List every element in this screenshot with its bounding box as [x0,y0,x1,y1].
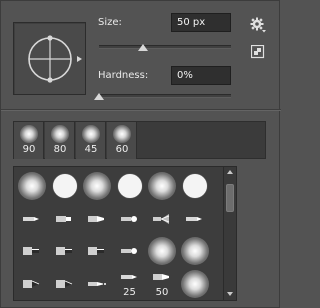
brush-preset-cell[interactable] [16,203,48,235]
soft-round-brush-icon [18,172,46,200]
angled-tip-brush-icon [21,279,43,292]
brush-grid-scrollbar[interactable] [223,166,237,301]
brush-preset-cell[interactable] [16,235,48,267]
pencil-tip-brush-icon [119,272,141,285]
brush-preset-cell[interactable] [81,203,113,235]
recent-brush[interactable]: 60 [107,122,137,159]
brush-preset-cell[interactable] [179,170,211,202]
brush-size-label: 25 [123,286,136,298]
brush-preset-cell[interactable] [49,235,81,267]
soft-round-brush-icon [148,237,176,265]
brush-preset-cell[interactable] [146,203,178,235]
brush-preset-cell[interactable] [81,268,113,300]
hardness-slider-thumb[interactable] [94,93,104,100]
hardness-value: 0% [177,70,193,81]
panel-divider-highlight [1,110,281,111]
brush-preset-grid: 25 50 [13,166,237,301]
size-slider-thumb[interactable] [137,44,148,51]
recent-brush[interactable]: 90 [14,122,44,159]
round-tip-brush-icon [119,214,141,227]
marker-tip-brush-icon [54,214,76,227]
size-slider-track[interactable] [99,45,231,49]
flat-tip-brush-icon [86,246,108,259]
chisel-tip-brush-icon [86,214,108,227]
soft-round-brush-icon [20,125,38,143]
angled-tip-brush-icon [54,279,76,292]
size-value: 50 px [177,17,206,28]
brush-preset-cell[interactable]: 25 [114,268,146,300]
soft-round-brush-icon [113,125,131,143]
brush-preset-cell[interactable] [114,235,146,267]
brush-size-label: 50 [155,286,169,298]
hard-round-brush-icon [52,174,77,198]
brush-tip-crosshair-icon [28,35,82,83]
soft-round-brush-icon [83,172,111,200]
brush-preset-cell[interactable]: 50 [146,268,178,300]
fan-brush-icon [151,213,173,227]
gear-icon[interactable] [250,17,266,33]
brush-tip-preview[interactable] [13,22,86,95]
soft-round-brush-icon [180,269,209,298]
soft-round-brush-icon [51,125,69,143]
brush-preset-cell[interactable] [16,170,48,202]
recent-brush-size: 45 [84,144,98,155]
pencil-tip-brush-icon [21,214,43,227]
pencil-tip-brush-icon [184,214,206,227]
brush-preset-cell[interactable] [49,268,81,300]
brush-preset-cell[interactable] [179,268,211,300]
brush-preset-cell[interactable] [114,170,146,202]
new-preset-icon[interactable] [251,45,265,59]
brush-preset-cell[interactable] [81,170,113,202]
hardness-label: Hardness: [98,70,149,81]
soft-round-brush-icon [82,125,100,143]
brush-preset-cell[interactable] [114,203,146,235]
brush-preset-cell[interactable] [179,235,211,267]
brush-preset-cell[interactable] [49,170,81,202]
brush-preset-cell[interactable] [49,203,81,235]
brush-preset-cell[interactable] [16,268,48,300]
brush-preset-panel: Size: 50 px Hardness: 0% 90 80 45 60 25 … [0,0,281,308]
recent-brush-size: 90 [22,144,36,155]
flat-tip-brush-icon [21,246,43,259]
hard-round-brush-icon [117,174,142,198]
soft-round-brush-icon [148,172,176,200]
round-tip-brush-icon [119,246,141,259]
flat-tip-brush-icon [54,246,76,259]
chisel-tip-brush-icon [151,272,173,285]
brush-preset-cell[interactable] [146,170,178,202]
hardness-slider-track[interactable] [99,94,231,98]
hardness-field[interactable]: 0% [171,66,231,85]
airbrush-tip-brush-icon [86,279,108,292]
recent-brush-size: 80 [53,144,67,155]
size-label: Size: [98,17,122,28]
brush-preset-cell[interactable] [81,235,113,267]
soft-round-brush-icon [180,237,209,265]
size-field[interactable]: 50 px [171,13,231,32]
recent-brushes-bar: 90 80 45 60 [13,121,266,159]
recent-brush-size: 60 [115,144,129,155]
scroll-up-arrow-icon[interactable] [227,170,233,174]
scroll-down-arrow-icon[interactable] [227,292,233,296]
recent-brush[interactable]: 45 [76,122,106,159]
brush-preset-cell[interactable] [179,203,211,235]
hard-round-brush-icon [182,174,207,198]
scrollbar-thumb[interactable] [226,184,234,212]
brush-preset-cell[interactable] [146,235,178,267]
recent-brush[interactable]: 80 [45,122,75,159]
